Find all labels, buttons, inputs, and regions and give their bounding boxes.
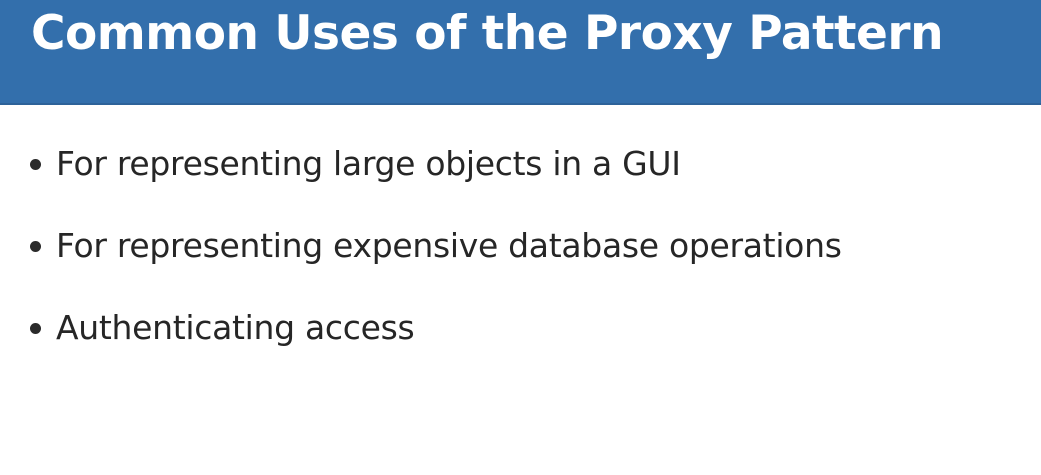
bullet-dot-icon (30, 159, 41, 170)
bullet-list: For representing large objects in a GUI … (30, 138, 842, 384)
slide: Common Uses of the Proxy Pattern For rep… (0, 0, 1041, 475)
bullet-text: Authenticating access (56, 308, 415, 347)
bullet-item: For representing expensive database oper… (30, 220, 842, 302)
slide-title: Common Uses of the Proxy Pattern (31, 6, 944, 61)
bullet-dot-icon (30, 241, 41, 252)
bullet-text: For representing expensive database oper… (56, 226, 842, 265)
bullet-dot-icon (30, 323, 41, 334)
title-banner: Common Uses of the Proxy Pattern (0, 0, 1041, 105)
bullet-item: Authenticating access (30, 302, 842, 384)
bullet-text: For representing large objects in a GUI (56, 144, 681, 183)
bullet-item: For representing large objects in a GUI (30, 138, 842, 220)
